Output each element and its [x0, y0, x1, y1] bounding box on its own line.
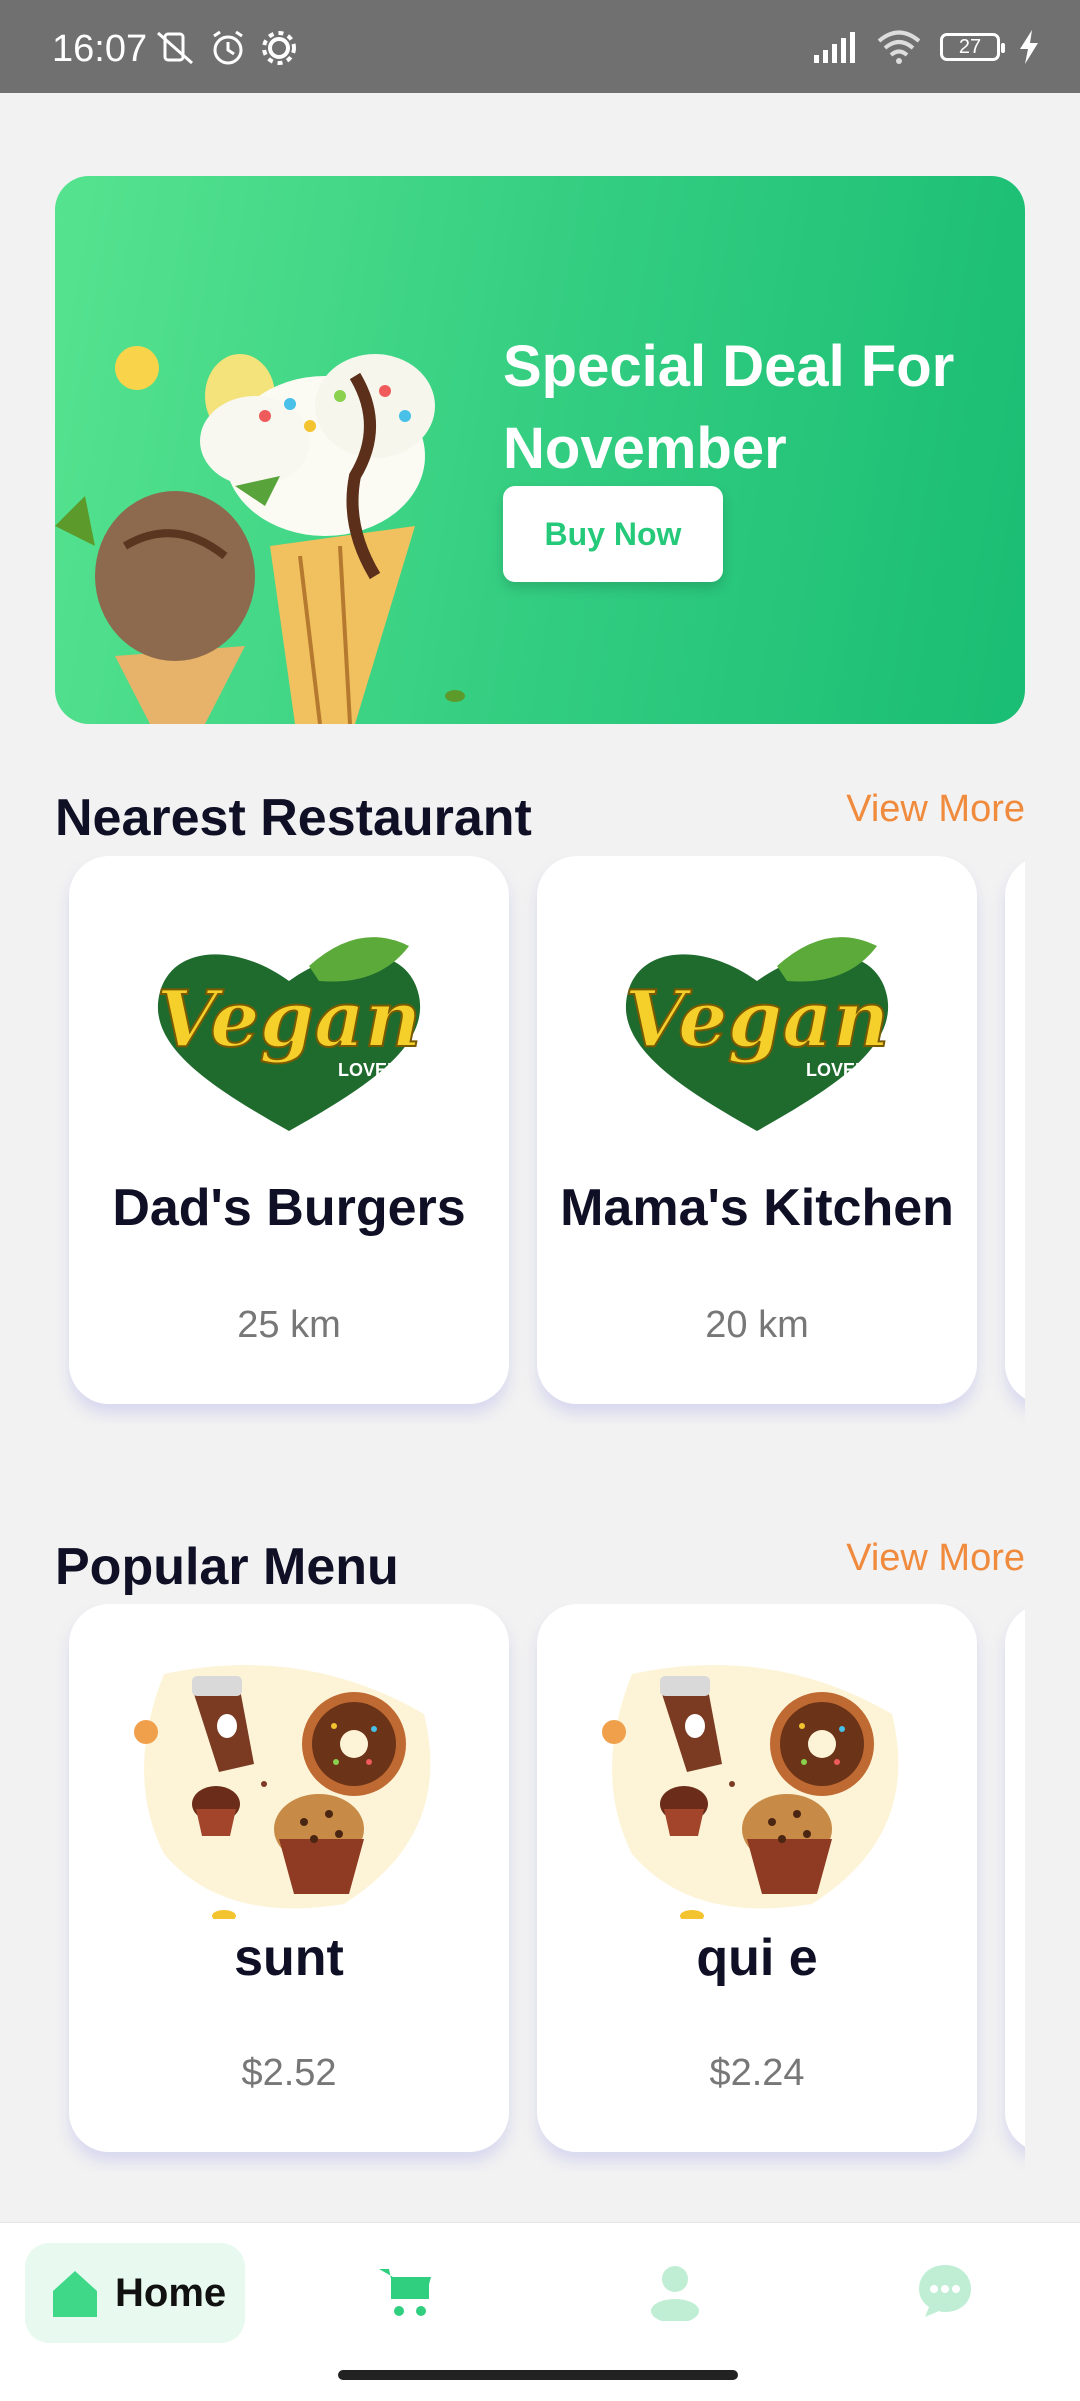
restaurant-card-partial[interactable] [1005, 856, 1025, 1404]
menu-item-name: sunt [234, 1929, 344, 1987]
svg-text:Vegan: Vegan [157, 974, 422, 1065]
signal-icon [814, 32, 855, 63]
menu-card-partial[interactable] [1005, 1604, 1025, 2152]
battery-icon: 27 [940, 33, 1005, 61]
profile-icon[interactable] [645, 2261, 705, 2321]
status-time: 16:07 [52, 28, 148, 70]
restaurant-card[interactable]: Vegan LOVER Mama's Kitchen 20 km [537, 856, 977, 1404]
menu-item-price: $2.52 [241, 2052, 337, 2094]
popular-menu-title: Popular Menu [55, 1538, 399, 1596]
restaurant-name: Dad's Burgers [112, 1179, 466, 1237]
chat-icon[interactable] [915, 2261, 975, 2321]
svg-text:LOVER: LOVER [338, 1060, 400, 1080]
menu-card[interactable]: qui e $2.24 [537, 1604, 977, 2152]
cart-icon[interactable] [375, 2261, 435, 2321]
nav-home-label: Home [115, 2270, 227, 2315]
banner-title: Special Deal For November [503, 334, 955, 481]
coffee-donut-muffin-illustration [134, 1665, 431, 1919]
home-icon [53, 2271, 97, 2317]
charging-icon [1020, 30, 1038, 64]
menu-card[interactable]: sunt $2.52 [69, 1604, 509, 2152]
battery-level: 27 [958, 35, 982, 58]
ice-cream-illustration [55, 346, 465, 724]
vegan-lover-logo: Vegan LOVER [156, 937, 422, 1131]
mute-vibrate-icon [157, 31, 193, 65]
coffee-donut-muffin-illustration [602, 1665, 899, 1919]
wifi-icon [877, 30, 921, 64]
status-right-icons: 27 [812, 30, 1040, 64]
svg-text:Vegan: Vegan [625, 974, 890, 1065]
menu-item-price: $2.24 [709, 2052, 805, 2094]
restaurant-name: Mama's Kitchen [560, 1179, 954, 1237]
nearest-restaurant-title: Nearest Restaurant [55, 789, 532, 847]
svg-text:LOVER: LOVER [806, 1060, 868, 1080]
menu-view-more-link[interactable]: View More [846, 1537, 1025, 1580]
home-indicator-bar[interactable] [338, 2370, 738, 2380]
restaurant-distance: 25 km [237, 1304, 341, 1346]
alarm-icon [213, 30, 243, 65]
menu-carousel[interactable]: sunt $2.52 qui e $2.24 [55, 1604, 1025, 2172]
restaurant-card[interactable]: Vegan LOVER Dad's Burgers 25 km [69, 856, 509, 1404]
status-left-icons [155, 30, 297, 66]
nav-home-tab[interactable]: Home [25, 2243, 245, 2343]
restaurant-carousel[interactable]: Vegan LOVER Dad's Burgers 25 km Vegan LO… [55, 856, 1025, 1424]
restaurant-view-more-link[interactable]: View More [846, 788, 1025, 831]
menu-item-name: qui e [696, 1929, 818, 1987]
buy-now-button[interactable]: Buy Now [503, 486, 723, 582]
vegan-lover-logo: Vegan LOVER [624, 937, 890, 1131]
promo-banner[interactable]: Special Deal For November Buy Now [55, 176, 1025, 724]
restaurant-distance: 20 km [705, 1304, 809, 1346]
status-bar: 16:07 27 [0, 0, 1080, 93]
settings-icon [262, 31, 296, 65]
